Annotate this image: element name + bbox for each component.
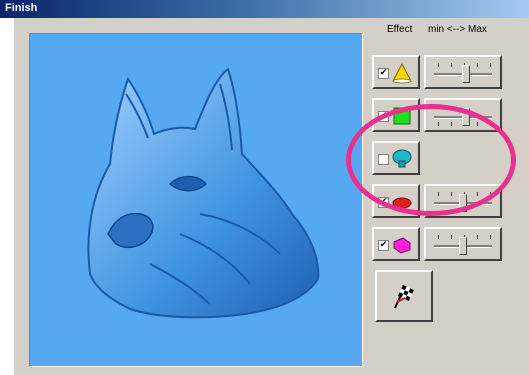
magenta-shape-icon <box>393 237 411 254</box>
checkered-flag-icon <box>394 285 414 309</box>
magenta-shape-effect-button[interactable]: ✔ <box>372 227 420 261</box>
cone-effect-slider[interactable] <box>424 55 502 89</box>
preview-frame <box>29 33 363 367</box>
title-bar: Finish <box>0 0 529 18</box>
finish-button[interactable] <box>375 270 433 322</box>
effect-column-label: Effect <box>387 24 413 35</box>
yellow-cone-icon <box>392 62 412 84</box>
magenta-shape-effect-slider[interactable] <box>424 227 502 261</box>
effect-row-magenta-shape: ✔ <box>372 227 522 267</box>
relief-preview-image <box>30 34 362 366</box>
magenta-shape-effect-checkbox[interactable]: ✔ <box>378 240 389 251</box>
highlight-circle <box>346 104 516 216</box>
slider-thumb[interactable] <box>462 65 470 83</box>
range-column-label: min <--> Max <box>428 24 487 35</box>
slider-thumb[interactable] <box>459 237 467 255</box>
window-title: Finish <box>5 2 38 14</box>
cone-effect-button[interactable]: ✔ <box>372 55 420 89</box>
effect-row-cone: ✔ <box>372 55 522 95</box>
cone-effect-checkbox[interactable]: ✔ <box>378 68 389 79</box>
